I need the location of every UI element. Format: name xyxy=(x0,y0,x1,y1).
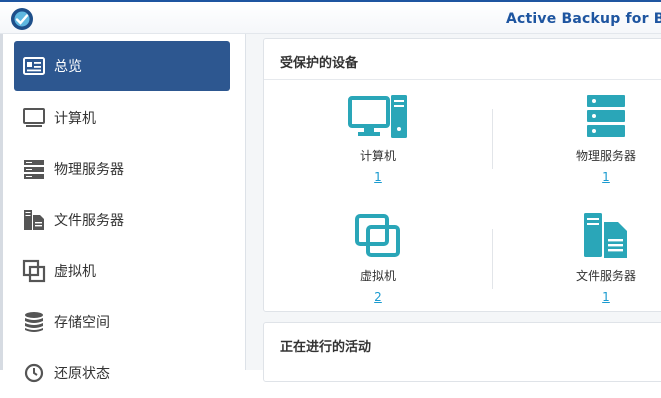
sidebar-item-storage[interactable]: 存储空间 xyxy=(14,297,230,347)
activity-panel: 正在进行的活动 xyxy=(263,322,661,382)
device-label: 虚拟机 xyxy=(359,269,396,283)
sidebar-item-label: 存储空间 xyxy=(54,315,110,331)
virtual-machine-icon xyxy=(22,259,46,283)
sidebar-item-restore[interactable]: 还原状态 xyxy=(14,348,230,398)
protected-devices-panel: 受保护的设备 计算机 1 物理服务器 1 虚拟机 2 文件服务器 1 xyxy=(263,38,661,312)
sidebar-item-physical-server[interactable]: 物理服务器 xyxy=(14,144,230,194)
sidebar-item-computer[interactable]: 计算机 xyxy=(14,93,230,143)
divider xyxy=(264,79,661,80)
sidebar-item-label: 虚拟机 xyxy=(54,264,96,280)
sidebar-item-file-server[interactable]: 文件服务器 xyxy=(14,195,230,245)
storage-icon xyxy=(25,312,43,332)
overview-icon xyxy=(23,57,45,75)
divider xyxy=(492,229,493,289)
device-virtual-machine[interactable]: 虚拟机 2 xyxy=(318,213,438,304)
file-server-icon xyxy=(584,213,628,259)
device-label: 文件服务器 xyxy=(575,269,636,283)
window-edge xyxy=(0,34,3,370)
computer-icon xyxy=(23,108,45,127)
sidebar-item-label: 文件服务器 xyxy=(54,213,124,229)
virtual-machine-icon xyxy=(355,214,400,257)
device-count-link[interactable]: 1 xyxy=(318,170,438,184)
sidebar-item-virtual-machine[interactable]: 虚拟机 xyxy=(14,246,230,296)
device-computer[interactable]: 计算机 1 xyxy=(318,95,438,184)
sidebar-item-overview[interactable]: 总览 xyxy=(14,41,230,91)
sidebar: 总览 计算机 物理服务器 文件服务器 虚拟机 存储空间 还原状态 xyxy=(0,34,246,383)
device-physical-server[interactable]: 物理服务器 1 xyxy=(546,95,661,184)
device-file-server[interactable]: 文件服务器 1 xyxy=(546,213,661,304)
divider xyxy=(492,109,493,169)
device-count-link[interactable]: 2 xyxy=(318,290,438,304)
sidebar-item-label: 物理服务器 xyxy=(54,162,124,178)
sidebar-item-label: 还原状态 xyxy=(54,366,110,382)
title-bar: Active Backup for Bus xyxy=(0,0,661,34)
device-count-link[interactable]: 1 xyxy=(546,290,661,304)
device-count-link[interactable]: 1 xyxy=(546,170,661,184)
computer-icon xyxy=(348,95,407,138)
server-icon xyxy=(24,160,44,179)
app-logo-icon[interactable] xyxy=(10,7,34,31)
device-label: 物理服务器 xyxy=(575,149,636,163)
panel-title: 正在进行的活动 xyxy=(280,340,372,355)
sidebar-item-label: 总览 xyxy=(54,59,82,75)
device-label: 计算机 xyxy=(359,149,396,163)
sidebar-item-label: 计算机 xyxy=(54,111,96,127)
file-server-icon xyxy=(24,210,44,230)
panel-title: 受保护的设备 xyxy=(280,56,359,71)
restore-icon xyxy=(24,363,44,383)
app-title: Active Backup for Bus xyxy=(506,11,661,27)
server-icon xyxy=(587,95,625,137)
main-content: 受保护的设备 计算机 1 物理服务器 1 虚拟机 2 文件服务器 1 正在进行的… xyxy=(246,34,661,382)
